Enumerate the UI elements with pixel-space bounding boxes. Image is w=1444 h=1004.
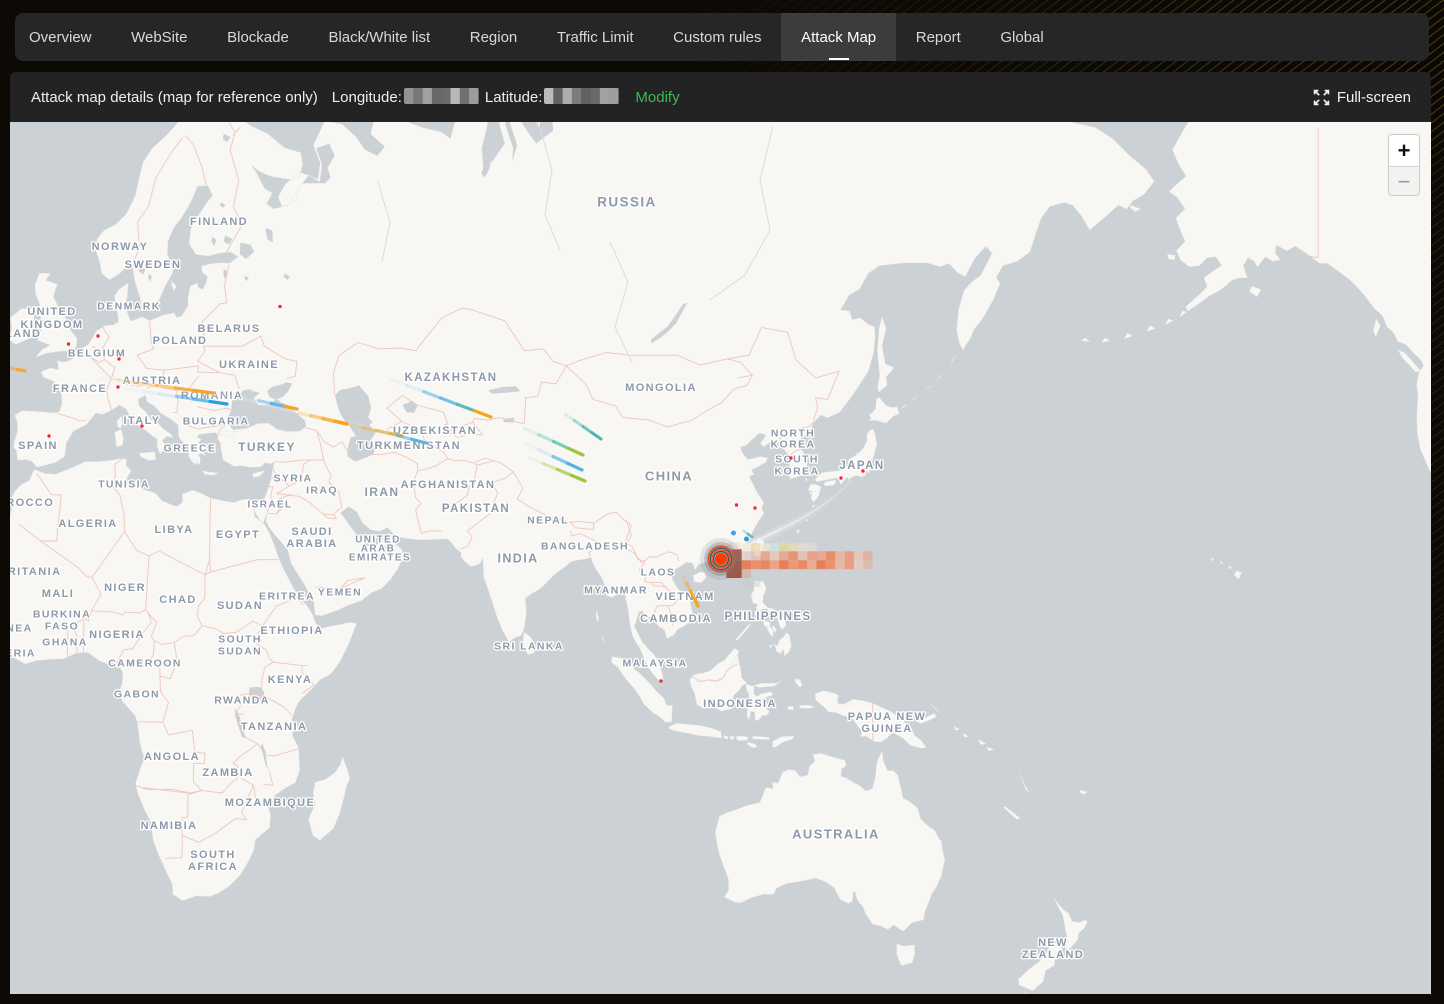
svg-text:SAUDI: SAUDI	[291, 526, 332, 538]
svg-text:KOREA: KOREA	[771, 439, 816, 451]
svg-text:AUSTRALIA: AUSTRALIA	[792, 827, 880, 842]
svg-text:SRI LANKA: SRI LANKA	[494, 641, 564, 653]
svg-text:IRAN: IRAN	[365, 485, 400, 499]
svg-text:CHAD: CHAD	[159, 594, 196, 606]
svg-text:FINLAND: FINLAND	[190, 216, 248, 228]
svg-text:PHILIPPINES: PHILIPPINES	[725, 611, 812, 623]
svg-text:YEMEN: YEMEN	[318, 587, 362, 599]
svg-text:SUDAN: SUDAN	[217, 600, 263, 612]
svg-text:ALGERIA: ALGERIA	[58, 518, 117, 530]
svg-text:MYANMAR: MYANMAR	[584, 585, 648, 597]
svg-text:GUINEA: GUINEA	[861, 723, 912, 735]
svg-text:SWEDEN: SWEDEN	[125, 259, 182, 271]
svg-text:ZEALAND: ZEALAND	[1022, 949, 1084, 961]
svg-text:ETHIOPIA: ETHIOPIA	[260, 625, 323, 637]
svg-text:GHANA: GHANA	[42, 637, 88, 649]
svg-text:SOUTH: SOUTH	[190, 849, 236, 861]
svg-text:INDONESIA: INDONESIA	[703, 698, 777, 710]
svg-text:IRAQ: IRAQ	[306, 485, 338, 497]
svg-text:ANGOLA: ANGOLA	[144, 751, 200, 763]
svg-text:MALI: MALI	[42, 588, 74, 600]
svg-text:LIBYA: LIBYA	[155, 524, 194, 536]
svg-text:CAMBODIA: CAMBODIA	[640, 613, 712, 625]
svg-text:MOZAMBIQUE: MOZAMBIQUE	[225, 797, 315, 809]
svg-text:CAMEROON: CAMEROON	[108, 658, 182, 670]
svg-text:SYRIA: SYRIA	[273, 473, 312, 485]
svg-text:EGYPT: EGYPT	[216, 529, 260, 541]
svg-text:KOREA: KOREA	[775, 466, 820, 478]
svg-text:ZAMBIA: ZAMBIA	[202, 767, 253, 779]
svg-text:NEW: NEW	[1038, 937, 1068, 949]
svg-text:BELARUS: BELARUS	[198, 323, 261, 335]
svg-text:LAOS: LAOS	[641, 567, 676, 579]
svg-text:VIETNAM: VIETNAM	[655, 591, 714, 603]
svg-text:MALAYSIA: MALAYSIA	[622, 658, 687, 670]
svg-text:CHINA: CHINA	[645, 469, 693, 484]
svg-text:EMIRATES: EMIRATES	[349, 553, 411, 564]
svg-text:TURKMENISTAN: TURKMENISTAN	[357, 440, 461, 452]
svg-text:SPAIN: SPAIN	[18, 440, 58, 452]
svg-text:GABON: GABON	[114, 689, 160, 701]
svg-text:IRELAND: IRELAND	[10, 328, 41, 340]
svg-text:TUNISIA: TUNISIA	[98, 479, 150, 491]
svg-text:ISRAEL: ISRAEL	[247, 500, 292, 511]
svg-text:NIGER: NIGER	[104, 582, 146, 594]
svg-text:FRANCE: FRANCE	[53, 383, 107, 395]
svg-text:BURKINA: BURKINA	[33, 609, 91, 621]
svg-text:AFGHANISTAN: AFGHANISTAN	[401, 479, 496, 491]
svg-text:KAZAKHSTAN: KAZAKHSTAN	[404, 372, 497, 384]
svg-text:UNITED: UNITED	[27, 306, 76, 318]
svg-text:GUINEA: GUINEA	[10, 623, 33, 635]
svg-text:SOUTH: SOUTH	[775, 454, 819, 466]
svg-text:BANGLADESH: BANGLADESH	[541, 541, 629, 553]
svg-text:GREECE: GREECE	[164, 443, 217, 455]
svg-text:NORWAY: NORWAY	[92, 241, 149, 253]
svg-text:SUDAN: SUDAN	[218, 646, 262, 658]
svg-text:NEPAL: NEPAL	[527, 515, 569, 527]
svg-text:ERITREA: ERITREA	[259, 591, 315, 603]
svg-text:NAMIBIA: NAMIBIA	[141, 820, 198, 832]
svg-text:NIGERIA: NIGERIA	[89, 629, 145, 641]
svg-text:MOROCCO: MOROCCO	[10, 497, 54, 509]
svg-text:MAURITANIA: MAURITANIA	[10, 566, 61, 578]
svg-text:PAKISTAN: PAKISTAN	[442, 503, 510, 515]
svg-text:RWANDA: RWANDA	[214, 695, 269, 707]
svg-text:MONGOLIA: MONGOLIA	[625, 382, 697, 394]
svg-text:UKRAINE: UKRAINE	[219, 359, 279, 371]
svg-text:RUSSIA: RUSSIA	[597, 195, 656, 210]
svg-text:TANZANIA: TANZANIA	[241, 721, 308, 733]
svg-text:LIBERIA: LIBERIA	[10, 648, 36, 660]
svg-text:AFRICA: AFRICA	[188, 861, 238, 873]
svg-text:TURKEY: TURKEY	[238, 440, 296, 454]
svg-text:PAPUA NEW: PAPUA NEW	[848, 711, 927, 723]
svg-text:BULGARIA: BULGARIA	[183, 416, 250, 428]
svg-text:FASO: FASO	[45, 621, 79, 633]
svg-text:ARABIA: ARABIA	[286, 538, 337, 550]
svg-text:POLAND: POLAND	[153, 335, 208, 347]
svg-text:KENYA: KENYA	[268, 674, 313, 686]
svg-text:DENMARK: DENMARK	[97, 301, 160, 313]
svg-text:SOUTH: SOUTH	[218, 634, 262, 646]
svg-text:INDIA: INDIA	[497, 551, 538, 565]
svg-text:BELGIUM: BELGIUM	[68, 348, 126, 360]
